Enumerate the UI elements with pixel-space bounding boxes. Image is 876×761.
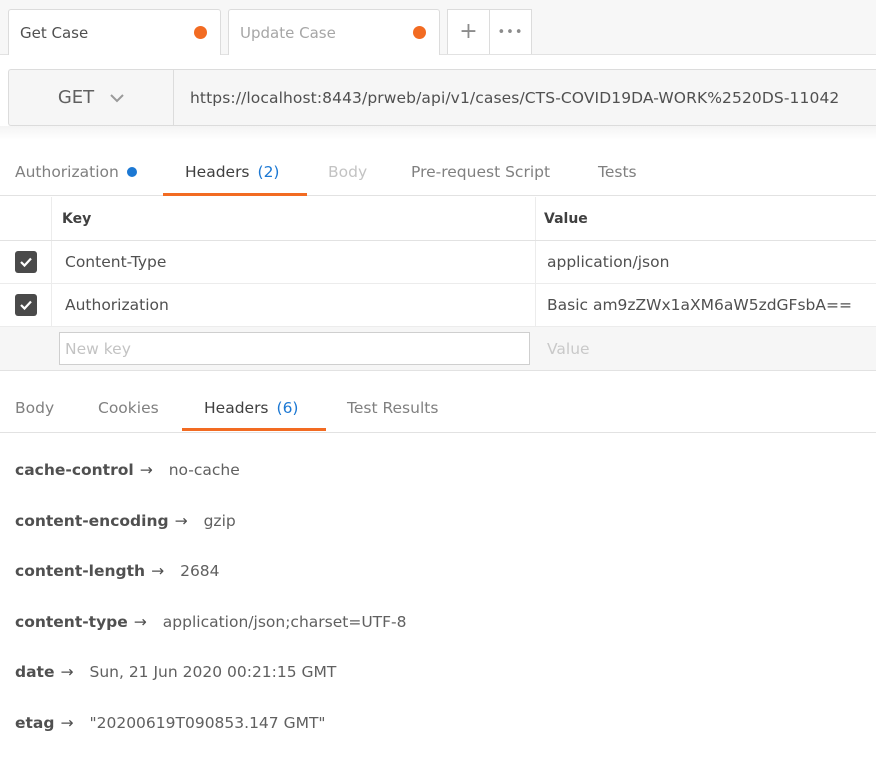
- arrow-icon: →: [151, 562, 165, 581]
- response-headers-list: cache-control → no-cache content-encodin…: [15, 452, 407, 756]
- unsaved-dot-icon: [194, 26, 207, 39]
- chevron-down-icon: [110, 93, 124, 102]
- new-key-input[interactable]: [59, 332, 530, 365]
- header-value[interactable]: Basic am9zZWx1aXM6aW5zdGFsbA==: [537, 284, 876, 326]
- active-tab-indicator: [182, 428, 326, 431]
- modified-dot-icon: [126, 166, 137, 177]
- tab-label: Body: [15, 398, 55, 417]
- headers-table: Key Value Content-Type application/json …: [0, 197, 876, 371]
- divider: [0, 126, 876, 140]
- ellipsis-icon: •••: [497, 24, 524, 40]
- tab-headers[interactable]: Headers (2): [185, 148, 279, 195]
- response-tabs: Body Cookies Headers (6) Test Results: [0, 384, 876, 433]
- method-select[interactable]: GET: [9, 70, 174, 125]
- list-item: content-encoding → gzip: [15, 503, 407, 554]
- tab-label: Update Case: [240, 23, 336, 42]
- new-value-input[interactable]: Value: [547, 327, 590, 371]
- tab-prerequest-script[interactable]: Pre-request Script: [411, 148, 550, 195]
- list-item: content-length → 2684: [15, 553, 407, 604]
- tab-label: Pre-request Script: [411, 162, 551, 181]
- column-header-value: Value: [544, 210, 588, 227]
- row-checkbox[interactable]: [14, 251, 37, 273]
- list-item: content-type → application/json;charset=…: [15, 604, 407, 655]
- checkmark-icon: [19, 257, 32, 268]
- url-input[interactable]: https://localhost:8443/prweb/api/v1/case…: [190, 70, 839, 125]
- tab-label: Get Case: [20, 23, 89, 42]
- response-header-value: Sun, 21 Jun 2020 00:21:15 GMT: [89, 663, 337, 682]
- tab-label: Headers: [185, 162, 250, 181]
- response-header-value: application/json;charset=UTF-8: [162, 612, 407, 631]
- row-checkbox[interactable]: [14, 294, 37, 316]
- tab-label: Cookies: [98, 398, 159, 417]
- tab-get-case[interactable]: Get Case: [8, 9, 221, 55]
- arrow-icon: →: [139, 461, 153, 479]
- tab-strip: Get Case Update Case + •••: [0, 0, 876, 55]
- tab-cookies[interactable]: Cookies: [98, 384, 159, 431]
- response-header-value: gzip: [203, 511, 236, 530]
- row-checkbox-cell: [0, 284, 52, 326]
- checkmark-icon: [19, 300, 32, 311]
- header-value[interactable]: application/json: [537, 241, 876, 283]
- headers-count: (2): [257, 162, 280, 181]
- tab-label: Headers: [204, 398, 269, 417]
- response-header-value: "20200619T090853.147 GMT": [89, 713, 326, 732]
- header-key[interactable]: Authorization: [53, 284, 536, 326]
- list-item: etag → "20200619T090853.147 GMT": [15, 705, 407, 756]
- tab-response-headers[interactable]: Headers (6): [204, 384, 298, 431]
- new-header-row: Value: [0, 327, 876, 371]
- response-header-value: 2684: [180, 562, 220, 581]
- new-tab-button[interactable]: +: [447, 9, 490, 54]
- table-header-row: Key Value: [0, 197, 876, 241]
- response-header-key: content-encoding: [15, 511, 169, 530]
- arrow-icon: →: [60, 663, 74, 682]
- response-header-key: content-length: [15, 562, 146, 581]
- unsaved-dot-icon: [413, 26, 426, 39]
- table-row: Content-Type application/json: [0, 241, 876, 284]
- list-item: date → Sun, 21 Jun 2020 00:21:15 GMT: [15, 654, 407, 705]
- response-header-key: date: [15, 663, 55, 682]
- response-header-key: content-type: [15, 612, 128, 631]
- table-row: Authorization Basic am9zZWx1aXM6aW5zdGFs…: [0, 284, 876, 327]
- tab-label: Body: [328, 162, 368, 181]
- plus-icon: +: [459, 19, 478, 44]
- list-item: cache-control → no-cache: [15, 452, 407, 503]
- request-tabs: Authorization Headers (2) Body Pre-reque…: [0, 148, 876, 196]
- header-key[interactable]: Content-Type: [53, 241, 536, 283]
- tab-body[interactable]: Body: [328, 148, 367, 195]
- arrow-icon: →: [60, 713, 74, 732]
- response-header-key: cache-control: [15, 461, 134, 479]
- tab-label: Test Results: [347, 398, 439, 417]
- tab-authorization[interactable]: Authorization: [15, 148, 137, 195]
- tab-tests[interactable]: Tests: [598, 148, 637, 195]
- tab-label: Tests: [598, 162, 637, 181]
- tab-test-results[interactable]: Test Results: [347, 384, 438, 431]
- arrow-icon: →: [133, 612, 147, 631]
- tab-response-body[interactable]: Body: [15, 384, 54, 431]
- response-header-key: etag: [15, 713, 55, 732]
- tab-update-case[interactable]: Update Case: [228, 9, 440, 55]
- column-header-key: Key: [53, 197, 536, 240]
- tab-label: Authorization: [15, 162, 119, 181]
- row-checkbox-cell: [0, 241, 52, 283]
- response-header-value: no-cache: [168, 461, 240, 479]
- method-label: GET: [57, 87, 95, 108]
- more-tabs-button[interactable]: •••: [489, 9, 532, 54]
- arrow-icon: →: [174, 511, 188, 530]
- active-tab-indicator: [163, 193, 307, 196]
- checkbox-column-header: [0, 197, 52, 240]
- headers-count: (6): [276, 398, 299, 417]
- request-bar: GET https://localhost:8443/prweb/api/v1/…: [8, 69, 876, 126]
